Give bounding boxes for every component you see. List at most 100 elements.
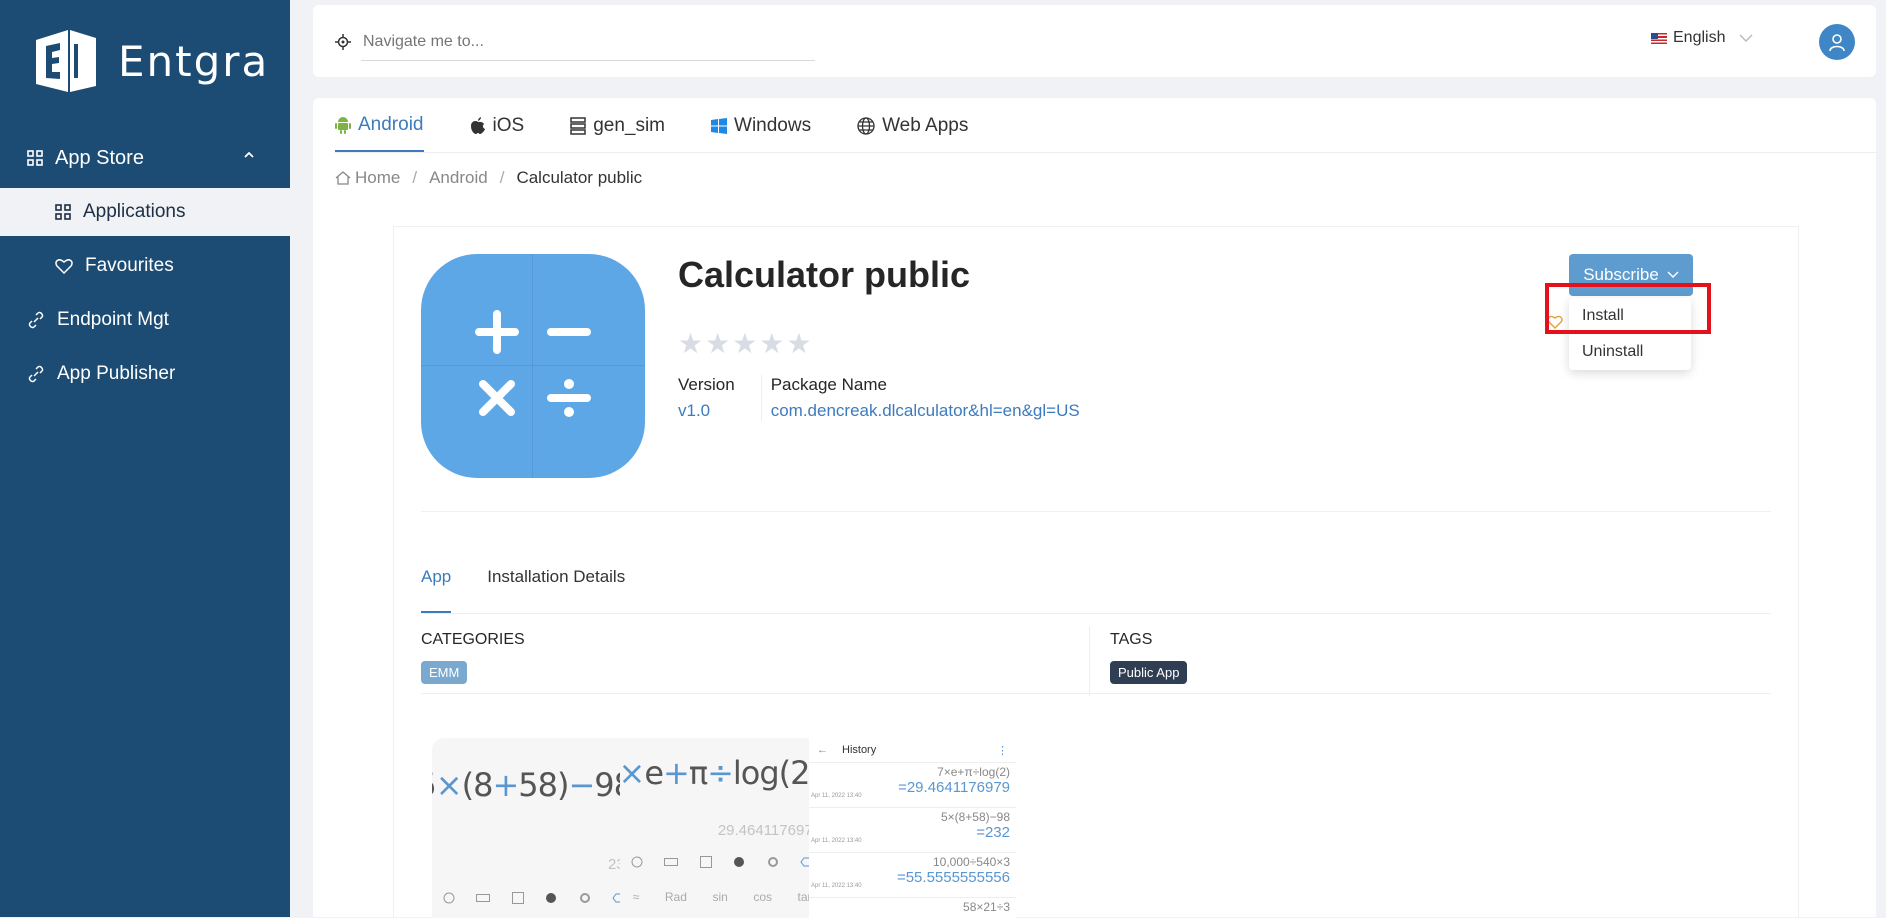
screenshot-expression: 7×e+π÷log(2) [620,754,822,792]
sidebar-item-endpoint-mgt[interactable]: Endpoint Mgt [0,296,290,344]
grid-icon [511,892,524,904]
history-entry: 10,000÷540×3 =55.5555555556 Apr 11, 2022… [809,853,1016,898]
app-title: Calculator public [678,254,971,295]
history-entry: 58×21÷3 [809,898,1016,918]
app-details-card: Calculator public ★★★★★ Version v1.0 Pac… [393,226,1799,918]
screenshot-function-row: ≈ Rad sin cos tan [632,890,815,904]
brand-name: Entgra [118,36,270,86]
tab-windows[interactable]: Windows [711,100,811,152]
tab-android[interactable]: Android [335,100,424,152]
brand-logo[interactable]: Entgra [30,26,269,96]
tab-web-apps[interactable]: Web Apps [857,100,968,152]
settings-icon [767,857,778,867]
chevron-up-icon[interactable] [242,148,256,162]
clock-icon [631,856,643,868]
navigate-search [335,23,815,61]
app-screenshot[interactable]: 5×(8+58)−98 232 [432,738,639,918]
subscribe-label: Subscribe [1583,265,1659,284]
screenshot-toolbar [432,886,639,910]
windows-icon [711,118,728,134]
screenshot-expression: 5×(8+58)−98 [432,766,634,804]
link-icon [28,365,44,383]
tab-label: gen_sim [593,115,666,136]
tab-gen-sim[interactable]: gen_sim [570,100,665,152]
app-screenshot[interactable]: 7×e+π÷log(2) 29.4641176979 ≈ Rad sin cos… [620,738,827,918]
app-meta: Version v1.0 Package Name com.dencreak.d… [678,375,1080,421]
tab-installation-details[interactable]: Installation Details [487,567,625,611]
clock-icon [443,892,455,904]
sidebar-item-applications[interactable]: Applications [0,188,290,236]
grid-icon [699,856,712,868]
sidebar-item-favourites[interactable]: Favourites [0,242,290,290]
back-arrow-icon: ← [817,744,828,756]
breadcrumb-separator: / [499,168,505,187]
divider [421,693,1771,694]
detail-tabs: App Installation Details [421,567,1771,614]
version-value: v1.0 [678,401,711,420]
tags-heading: TAGS [1110,631,1153,648]
chevron-down-icon [1667,271,1679,279]
breadcrumb-home[interactable]: Home [355,168,400,188]
user-avatar[interactable] [1819,24,1855,60]
tab-label: Web Apps [882,115,969,136]
theme-icon [734,857,745,867]
sidebar-item-app-publisher[interactable]: App Publisher [0,350,290,398]
sidebar-group-label: App Store [55,146,144,169]
grid-icon [55,204,71,220]
heart-icon [55,259,73,274]
more-icon: ⋮ [997,744,1008,757]
history-title: History [842,744,877,756]
chevron-down-icon [1739,34,1754,43]
history-header: ← History ⋮ [809,738,1016,763]
tab-label: Android [358,114,424,135]
globe-icon [857,117,875,135]
screenshot-result: 29.4641176979 [717,822,821,839]
platform-tabs: Android iOS gen_sim Windows Web Apps [335,98,1876,153]
tab-app[interactable]: App [421,567,452,613]
tab-label: Windows [734,115,812,136]
ruler-icon [476,894,491,902]
app-screenshot[interactable]: ← History ⋮ 7×e+π÷log(2) =29.4641176979 … [809,738,1016,918]
sidebar-item-label: Endpoint Mgt [57,309,169,330]
breadcrumb: Home / Android / Calculator public [335,168,642,188]
sidebar-group-app-store[interactable]: App Store [0,134,290,182]
navigate-input[interactable] [361,23,815,61]
app-icon [421,254,645,478]
main-content: Android iOS gen_sim Windows Web Apps Hom… [313,98,1876,918]
breadcrumb-separator: / [412,168,418,187]
category-badge: EMM [421,661,468,684]
locate-icon [335,34,351,50]
divider [421,511,1771,512]
tag-badge: Public App [1110,661,1188,684]
calculator-icon [475,310,591,417]
server-icon [570,117,586,135]
screenshot-toolbar [620,850,827,874]
categories-tags-section: CATEGORIES EMM TAGS Public App [421,611,1771,711]
language-selector[interactable]: English [1651,29,1754,47]
settings-icon [579,893,590,903]
android-icon [335,117,351,134]
theme-icon [546,893,557,903]
highlight-box [1545,283,1711,334]
user-icon [1829,34,1845,52]
package-label: Package Name [770,375,887,394]
tab-ios[interactable]: iOS [470,100,525,152]
us-flag-icon [1651,32,1667,44]
history-entry: 7×e+π÷log(2) =29.4641176979 Apr 11, 2022… [809,763,1016,808]
ruler-icon [664,858,679,866]
categories-heading: CATEGORIES [421,631,525,648]
apple-icon [470,117,485,134]
sidebar: Entgra App Store Applications Favourites… [0,0,290,917]
rating-stars: ★★★★★ [678,328,814,359]
divider [1089,626,1090,696]
menu-item-uninstall[interactable]: Uninstall [1569,334,1691,370]
version-label: Version [678,375,735,394]
top-bar: English [313,5,1876,77]
package-value: com.dencreak.dlcalculator&hl=en&gl=US [770,401,1080,420]
link-icon [28,311,44,329]
tab-label: iOS [492,115,525,136]
grid-icon [27,150,43,166]
entgra-logo-icon [36,30,96,92]
history-entry: 5×(8+58)−98 =232 Apr 11, 2022 13:40 [809,808,1016,853]
breadcrumb-platform[interactable]: Android [429,168,488,188]
